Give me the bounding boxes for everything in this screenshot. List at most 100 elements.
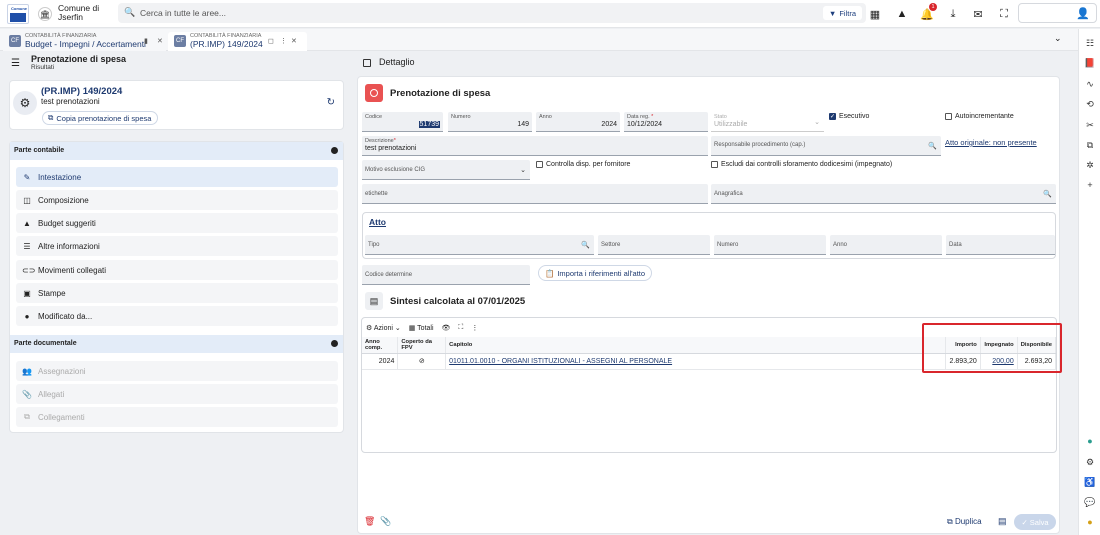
search-icon[interactable]: 🔍 xyxy=(1043,190,1052,198)
refresh-icon[interactable]: ↻ xyxy=(327,97,335,108)
notification-badge: 1 xyxy=(929,3,937,11)
descrizione-field[interactable]: Descrizione* test prenotazioni xyxy=(362,136,708,156)
esecutivo-checkbox[interactable]: ✓ Esecutivo xyxy=(829,113,869,120)
warning-icon[interactable]: ▲ xyxy=(893,5,911,23)
fullscreen-icon[interactable]: ⛶ xyxy=(995,5,1013,23)
col-coperto-fpv[interactable]: Coperto da FPV xyxy=(397,337,447,354)
copy-icon[interactable]: ⧉ xyxy=(1084,140,1096,152)
more-icon[interactable]: ⋮ xyxy=(471,324,478,332)
azioni-button[interactable]: ⚙ Azioni ⌄ xyxy=(366,324,401,332)
atto-data-field[interactable]: Data xyxy=(946,235,1055,255)
cell-anno: 2024 xyxy=(362,353,399,370)
chat-icon[interactable]: 💬 xyxy=(1084,497,1096,509)
duplica-button[interactable]: ⧉ Duplica xyxy=(947,517,982,527)
section-header-contabile[interactable]: Parte contabile xyxy=(10,142,343,160)
atto-tipo-field[interactable]: Tipo 🔍 xyxy=(365,235,594,255)
expand-icon[interactable]: ⛶ xyxy=(458,324,463,332)
atto-settore-field[interactable]: Settore xyxy=(598,235,710,255)
page-subtitle[interactable]: Risultati xyxy=(31,64,54,71)
town-hall-icon[interactable]: 🏛 xyxy=(38,7,52,21)
capitolo-link[interactable]: 01011.01.0010 - ORGANI ISTITUZIONALI - A… xyxy=(449,358,672,365)
clipboard-icon: 📋 xyxy=(545,268,555,278)
anagrafica-field[interactable]: Anagrafica 🔍 xyxy=(711,184,1056,204)
history-icon[interactable]: ⟲ xyxy=(1084,99,1096,111)
col-capitolo[interactable]: Capitolo xyxy=(445,337,947,354)
book-icon[interactable]: 📕 xyxy=(1084,58,1096,70)
detail-header: Dettaglio xyxy=(355,52,1078,74)
chevron-down-icon[interactable]: ⌄ xyxy=(1054,33,1062,44)
download-icon[interactable]: ⤓ xyxy=(944,5,962,23)
filter-button[interactable]: ▼ Filtra xyxy=(822,6,862,20)
search-icon[interactable]: 🔍 xyxy=(581,241,590,249)
nav-label: Movimenti collegati xyxy=(38,265,107,275)
col-anno-comp[interactable]: Anno comp. xyxy=(362,337,399,354)
bookmark-icon[interactable]: ▮ xyxy=(144,37,148,45)
nav-budget-suggeriti[interactable]: ▲ Budget suggeriti xyxy=(16,213,338,233)
autoincrementante-checkbox[interactable]: Autoincrementante xyxy=(945,113,1014,120)
eye-icon[interactable]: 👁 xyxy=(442,324,451,332)
menu-icon[interactable]: ☰ xyxy=(11,58,20,69)
responsabile-label: Responsabile procedimento (cap.) xyxy=(714,142,806,148)
document-icon[interactable]: ▤ xyxy=(998,516,1007,527)
prenotazione-icon xyxy=(365,84,383,102)
codice-field[interactable]: Codice 51739 xyxy=(362,112,443,132)
save-button[interactable]: ✓ Salva xyxy=(1014,514,1056,530)
nav-modificato-da[interactable]: ● Modificato da... xyxy=(16,306,338,326)
pin-icon[interactable]: ◻ xyxy=(268,37,274,45)
cell-capitolo: 01011.01.0010 - ORGANI ISTITUZIONALI - A… xyxy=(445,353,947,370)
tab-record[interactable]: CF CONTABILITÀ FINANZIARIA (PR.IMP) 149/… xyxy=(168,32,307,51)
descrizione-label: Descrizione xyxy=(365,138,394,144)
town-name: Comune di Jserfin xyxy=(58,3,100,22)
codice-determine-field[interactable]: Codice determine xyxy=(362,265,530,285)
nav-altre-informazioni[interactable]: ☰ Altre informazioni xyxy=(16,236,338,256)
more-icon[interactable]: ⋮ xyxy=(280,37,287,45)
dashboard-icon[interactable]: ▦ xyxy=(866,5,884,23)
user-menu[interactable]: 👤 xyxy=(1018,3,1097,23)
esecutivo-label: Esecutivo xyxy=(839,113,870,120)
motivo-esclusione-select[interactable]: Motivo esclusione CIG ⌄ xyxy=(362,160,530,180)
network-icon[interactable]: ✲ xyxy=(1084,160,1096,172)
section-header-documentale[interactable]: Parte documentale xyxy=(10,335,343,353)
escludi-checkbox[interactable]: Escludi dai controlli sforamento dodices… xyxy=(711,161,892,168)
numero-field[interactable]: Numero 149 xyxy=(448,112,532,132)
nav-movimenti-collegati[interactable]: ⊂⊃ Movimenti collegati xyxy=(16,260,338,280)
nav-stampe[interactable]: ▣ Stampe xyxy=(16,283,338,303)
etichette-field[interactable]: etichette xyxy=(362,184,708,204)
atto-numero-field[interactable]: Numero xyxy=(714,235,826,255)
section-label: Parte documentale xyxy=(14,340,77,347)
collapse-icon[interactable] xyxy=(331,340,338,347)
trash-icon[interactable]: 🗑 xyxy=(364,516,375,527)
detail-header-title: Dettaglio xyxy=(379,57,415,67)
gear-icon[interactable]: ⚙ xyxy=(1084,457,1096,469)
mail-icon[interactable]: ✉ xyxy=(969,5,987,23)
anno-field[interactable]: Anno 2024 xyxy=(536,112,620,132)
atto-anno-field[interactable]: Anno xyxy=(830,235,942,255)
controlla-checkbox[interactable]: Controlla disp. per fornitore xyxy=(536,161,630,168)
close-icon[interactable]: ✕ xyxy=(291,37,297,45)
nav-composizione[interactable]: ◫ Composizione xyxy=(16,190,338,210)
responsabile-field[interactable]: Responsabile procedimento (cap.) 🔍 xyxy=(711,136,941,156)
importa-riferimenti-button[interactable]: 📋 Importa i riferimenti all'atto xyxy=(538,265,653,281)
totali-button[interactable]: ▦ Totali xyxy=(409,324,434,332)
app-logo[interactable]: Comune xyxy=(7,4,29,24)
accessibility-icon[interactable]: ♿ xyxy=(1084,477,1096,489)
copy-button[interactable]: ⧉ Copia prenotazione di spesa xyxy=(42,111,159,125)
tab-budget[interactable]: CF CONTABILITÀ FINANZIARIA Budget - Impe… xyxy=(3,32,166,51)
atto-title[interactable]: Atto xyxy=(369,217,386,227)
collapse-icon[interactable] xyxy=(331,147,338,154)
plus-icon[interactable]: + xyxy=(1084,180,1096,192)
trend-icon[interactable]: ∿ xyxy=(1084,79,1096,91)
nav-intestazione[interactable]: ✎ Intestazione xyxy=(16,167,338,187)
chevron-down-icon: ⌄ xyxy=(520,167,526,174)
close-icon[interactable]: ✕ xyxy=(157,37,163,45)
atto-originale-link[interactable]: Atto originale: non presente xyxy=(945,138,1037,147)
help-icon[interactable]: ● xyxy=(1084,517,1096,529)
location-icon[interactable]: ● xyxy=(1084,436,1096,448)
tools-icon[interactable]: ✂ xyxy=(1084,120,1096,132)
data-reg-field[interactable]: Data reg. * 10/12/2024 xyxy=(624,112,708,132)
global-search[interactable]: 🔍 Cerca in tutte le aree... ▼ Filtra xyxy=(118,3,866,23)
attachment-icon[interactable]: 📎 xyxy=(380,516,391,527)
list-settings-icon[interactable]: ☷ xyxy=(1084,38,1096,50)
search-icon[interactable]: 🔍 xyxy=(928,142,937,150)
record-subtitle: test prenotazioni xyxy=(41,97,100,106)
